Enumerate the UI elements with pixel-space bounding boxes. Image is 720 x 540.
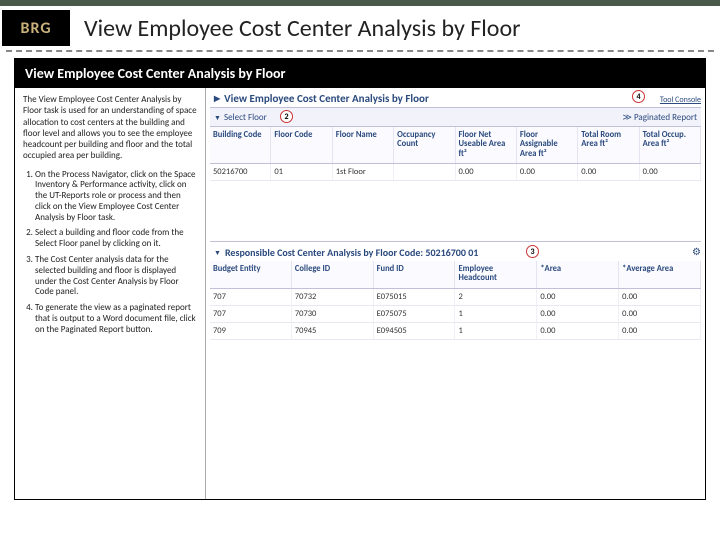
col-header[interactable]: Floor Name	[333, 127, 394, 163]
grid2-row[interactable]: 709 70945 E094505 1 0.00 0.00	[210, 323, 701, 340]
cell: E075075	[374, 306, 456, 322]
sub-panel-title: Responsible Cost Center Analysis by Floo…	[210, 242, 482, 261]
cell: 0.00	[537, 323, 619, 339]
cell: 0.00	[537, 289, 619, 305]
cell: 0.00	[619, 323, 701, 339]
steps-list: On the Process Navigator, click on the S…	[35, 170, 197, 336]
cell: 01	[271, 164, 332, 180]
left-column: The View Employee Cost Center Analysis b…	[15, 88, 205, 499]
col-header[interactable]: Total Room Area ft²	[578, 127, 639, 163]
cell: 70732	[292, 289, 374, 305]
cell: 0.00	[640, 164, 701, 180]
col-header[interactable]: Employee Headcount	[455, 261, 537, 288]
paginated-report-button[interactable]: Paginated Report	[623, 112, 697, 123]
cell: 707	[210, 289, 292, 305]
cell: 0.00	[537, 306, 619, 322]
step-item: On the Process Navigator, click on the S…	[35, 170, 197, 224]
step-item: Select a building and floor code from th…	[35, 228, 197, 250]
cell: 1st Floor	[333, 164, 394, 180]
tool-console-link[interactable]: Tool Console	[660, 95, 701, 105]
col-header[interactable]: Building Code	[210, 127, 271, 163]
subtitle-bar: View Employee Cost Center Analysis by Fl…	[15, 59, 705, 88]
col-header[interactable]: Fund ID	[374, 261, 456, 288]
col-header[interactable]: College ID	[292, 261, 374, 288]
col-header[interactable]: Total Occup. Area ft²	[640, 127, 701, 163]
cell: 70730	[292, 306, 374, 322]
right-column: 4 View Employee Cost Center Analysis by …	[205, 88, 705, 499]
cell	[394, 164, 455, 180]
cell: 50216700	[210, 164, 271, 180]
cell: 0.00	[517, 164, 578, 180]
grid2-row[interactable]: 707 70732 E075015 2 0.00 0.00	[210, 289, 701, 306]
page-title: View Employee Cost Center Analysis by Fl…	[84, 14, 520, 43]
cell: 1	[455, 323, 537, 339]
col-header[interactable]: *Area	[537, 261, 619, 288]
gear-icon[interactable]: ⚙	[692, 245, 701, 258]
body-container: View Employee Cost Center Analysis by Fl…	[14, 58, 706, 500]
callout-4: 4	[632, 90, 645, 103]
cell: 0.00	[619, 306, 701, 322]
cell: 0.00	[456, 164, 517, 180]
col-header[interactable]: *Average Area	[619, 261, 701, 288]
description-text: The View Employee Cost Center Analysis b…	[23, 94, 197, 162]
cell: 70945	[292, 323, 374, 339]
divider-dashed	[6, 50, 714, 52]
callout-3: 3	[526, 245, 539, 258]
grid2-row[interactable]: 707 70730 E075075 1 0.00 0.00	[210, 306, 701, 323]
col-header[interactable]: Occupancy Count	[394, 127, 455, 163]
cell: E075015	[374, 289, 456, 305]
cell: 1	[455, 306, 537, 322]
spacer	[210, 181, 701, 241]
grid1-header: Building Code Floor Code Floor Name Occu…	[210, 127, 701, 164]
callout-2: 2	[280, 110, 293, 123]
grid1-row[interactable]: 50216700 01 1st Floor 0.00 0.00 0.00 0.0…	[210, 164, 701, 181]
col-header[interactable]: Floor Code	[271, 127, 332, 163]
cell: 707	[210, 306, 292, 322]
logo-text: BRG	[20, 19, 51, 38]
step-item: To generate the view as a paginated repo…	[35, 303, 197, 335]
panel-title: View Employee Cost Center Analysis by Fl…	[210, 92, 429, 105]
col-header[interactable]: Floor Net Useable Area ft²	[456, 127, 517, 163]
cell: 0.00	[619, 289, 701, 305]
step-item: The Cost Center analysis data for the se…	[35, 255, 197, 298]
cell: 0.00	[578, 164, 639, 180]
logo: BRG	[2, 10, 70, 46]
grid2-header: Budget Entity College ID Fund ID Employe…	[210, 261, 701, 289]
cell: 709	[210, 323, 292, 339]
cell: E094505	[374, 323, 456, 339]
header: BRG View Employee Cost Center Analysis b…	[0, 6, 720, 48]
col-header[interactable]: Floor Assignable Area ft²	[517, 127, 578, 163]
cell: 2	[455, 289, 537, 305]
select-floor-dropdown[interactable]: Select Floor	[214, 112, 267, 123]
col-header[interactable]: Budget Entity	[210, 261, 292, 288]
columns: The View Employee Cost Center Analysis b…	[15, 88, 705, 499]
